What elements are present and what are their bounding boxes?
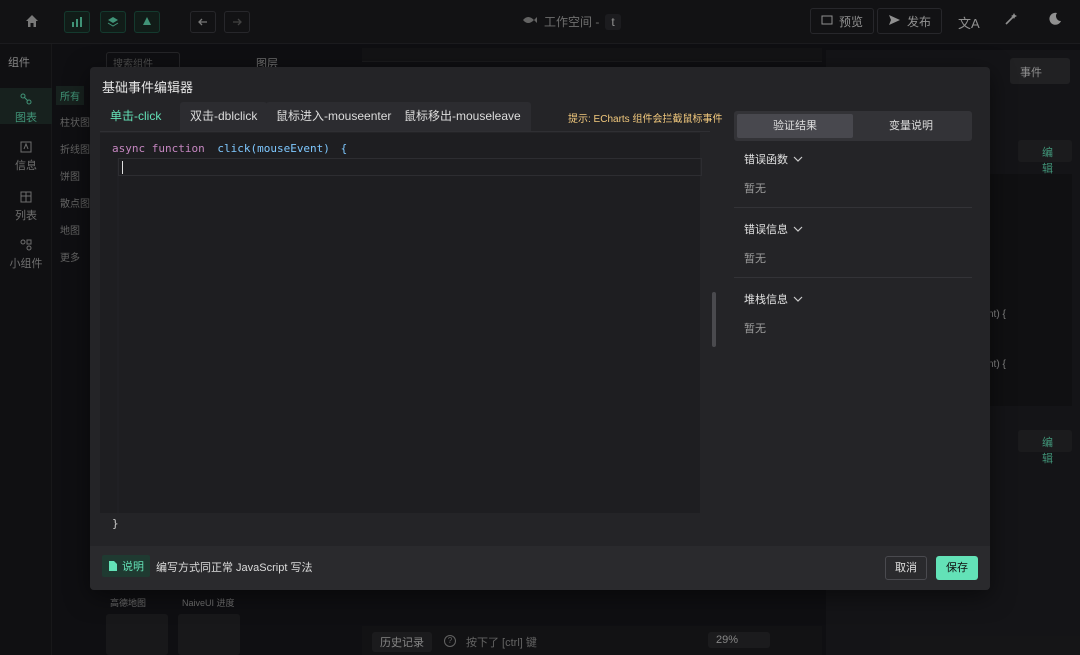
error-function-value: 暂无 (744, 183, 766, 195)
chevron-down-icon (793, 156, 803, 162)
note-text: 编写方式同正常 JavaScript 写法 (156, 562, 313, 574)
tab-mouseenter[interactable]: 鼠标进入-mouseenter (266, 102, 402, 131)
async-keyword: async function (112, 142, 205, 155)
note-badge: 说明 (102, 555, 150, 577)
tabs-divider (100, 131, 710, 132)
function-name: click(mouseEvent) (217, 142, 330, 155)
section-divider (734, 277, 972, 278)
tab-mouseleave[interactable]: 鼠标移出-mouseleave (394, 102, 531, 131)
chevron-down-icon (793, 296, 803, 302)
event-editor-modal: 基础事件编辑器 单击-click 双击-dblclick 鼠标进入-mousee… (90, 67, 990, 590)
result-tabs: 验证结果 变量说明 (734, 111, 972, 141)
section-error-message[interactable]: 错误信息 (744, 221, 804, 237)
close-brace: } (112, 517, 119, 530)
active-line (118, 158, 702, 176)
section-title: 错误信息 (744, 224, 788, 236)
section-error-function[interactable]: 错误函数 (744, 151, 804, 167)
section-title: 错误函数 (744, 154, 788, 166)
section-divider (734, 207, 972, 208)
editor-guides (117, 158, 119, 513)
code-editor[interactable]: async function click(mouseEvent) { (100, 133, 702, 513)
function-signature: async function click(mouseEvent) { (112, 142, 347, 155)
tab-validation-result[interactable]: 验证结果 (737, 114, 853, 138)
editor-scrollbar[interactable] (712, 292, 716, 347)
modal-footer: 说明 编写方式同正常 JavaScript 写法 取消 保存 (90, 546, 990, 590)
save-button[interactable]: 保存 (936, 556, 978, 580)
open-brace: { (340, 142, 348, 155)
cancel-button[interactable]: 取消 (885, 556, 927, 580)
error-message-value: 暂无 (744, 253, 766, 265)
tab-variable-docs[interactable]: 变量说明 (853, 114, 969, 138)
chevron-down-icon (793, 226, 803, 232)
tab-click[interactable]: 单击-click (100, 102, 172, 131)
document-icon (109, 561, 117, 571)
tab-dblclick[interactable]: 双击-dblclick (180, 102, 268, 131)
stack-info-value: 暂无 (744, 323, 766, 335)
section-stack-info[interactable]: 堆栈信息 (744, 291, 804, 307)
text-caret (122, 161, 123, 174)
note-badge-label: 说明 (122, 561, 144, 573)
section-title: 堆栈信息 (744, 294, 788, 306)
modal-title: 基础事件编辑器 (102, 80, 194, 95)
echarts-hint: 提示: ECharts 组件会拦截鼠标事件 (568, 114, 723, 125)
